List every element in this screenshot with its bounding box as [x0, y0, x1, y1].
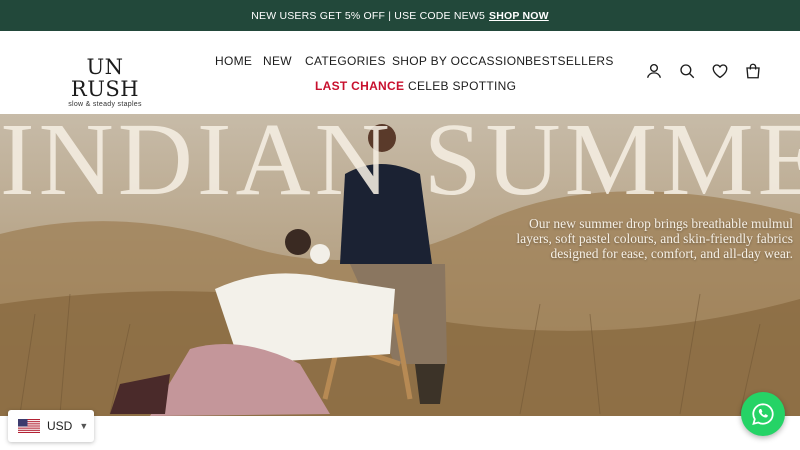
- wishlist-heart-icon[interactable]: [711, 62, 729, 80]
- announcement-bar: NEW USERS GET 5% OFF | USE CODE NEW5 SHO…: [0, 0, 800, 31]
- hero-copy-line: designed for ease, comfort, and all-day …: [550, 246, 793, 261]
- site-header: UN RUSH slow & steady staples HOME NEW C…: [0, 31, 800, 114]
- shop-now-link[interactable]: SHOP NOW: [489, 10, 549, 22]
- nav-item-bestsellers[interactable]: BESTSELLERS: [525, 54, 614, 68]
- currency-selector[interactable]: USD ▼: [8, 410, 94, 442]
- account-icon[interactable]: [645, 62, 663, 80]
- hero-description: Our new summer drop brings breathable mu…: [493, 216, 793, 261]
- hero-title: INDIAN SUMMER: [0, 114, 800, 217]
- hero-copy-line: layers, soft pastel colours, and skin-fr…: [516, 231, 793, 246]
- hero-banner[interactable]: INDIAN SUMMER Our new summer drop brings…: [0, 114, 800, 416]
- nav-item-new[interactable]: NEW: [263, 54, 292, 68]
- currency-code: USD: [47, 419, 73, 433]
- nav-item-categories[interactable]: CATEGORIES: [305, 54, 386, 68]
- header-icons: [645, 62, 762, 80]
- cart-bag-icon[interactable]: [744, 62, 762, 80]
- announcement-text: NEW USERS GET 5% OFF | USE CODE NEW5: [251, 9, 485, 22]
- search-icon[interactable]: [678, 62, 696, 80]
- us-flag-icon: [18, 419, 40, 433]
- whatsapp-chat-button[interactable]: [741, 392, 785, 436]
- chevron-down-icon: ▼: [79, 421, 89, 431]
- hero-copy-line: Our new summer drop brings breathable mu…: [529, 216, 793, 231]
- whatsapp-icon: [752, 403, 774, 425]
- nav-item-shop-by-occasion[interactable]: SHOP BY OCCASSION: [392, 54, 525, 68]
- nav-item-home[interactable]: HOME: [215, 54, 252, 68]
- nav-item-celeb-spotting[interactable]: CELEB SPOTTING: [408, 79, 516, 93]
- nav-item-last-chance[interactable]: LAST CHANCE: [315, 79, 404, 93]
